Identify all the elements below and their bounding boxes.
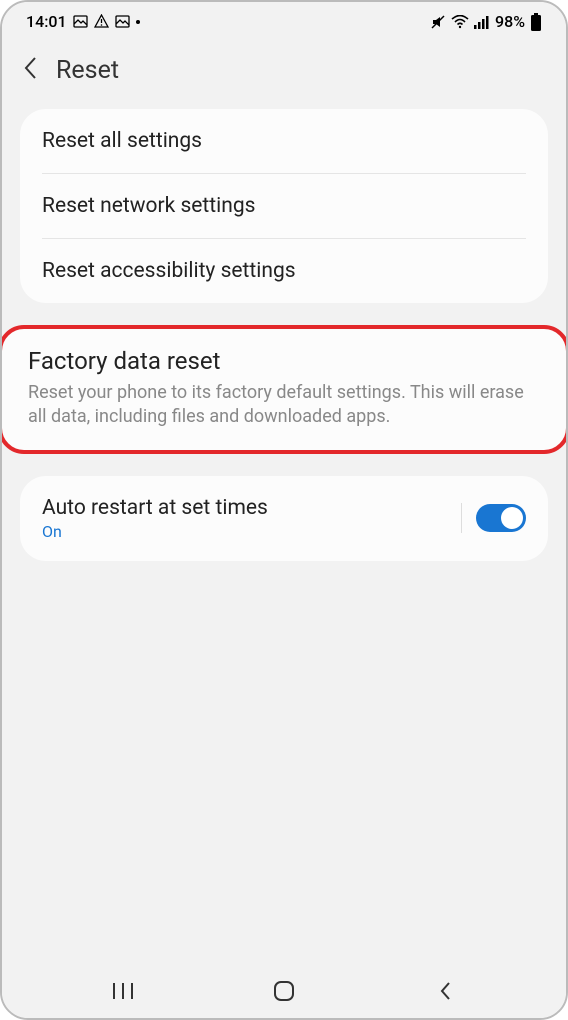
status-bar: 14:01 98% [2, 2, 566, 37]
status-time: 14:01 [26, 12, 67, 31]
more-dot-icon [136, 20, 140, 24]
battery-percent: 98% [495, 12, 525, 31]
auto-restart-status: On [42, 522, 268, 541]
auto-restart-toggle[interactable] [476, 504, 526, 532]
divider [461, 503, 462, 533]
image-icon-2 [115, 14, 130, 29]
reset-accessibility-settings-item[interactable]: Reset accessibility settings [20, 239, 548, 303]
reset-all-settings-item[interactable]: Reset all settings [20, 109, 548, 173]
battery-icon [530, 13, 542, 31]
auto-restart-card: Auto restart at set times On [20, 476, 548, 561]
image-icon [73, 14, 88, 29]
reset-options-card: Reset all settings Reset network setting… [20, 109, 548, 303]
warning-icon [94, 14, 109, 29]
factory-data-reset-item[interactable]: Factory data reset Reset your phone to i… [2, 325, 566, 454]
wifi-icon [451, 15, 469, 29]
signal-icon [474, 15, 490, 29]
page-title: Reset [56, 56, 119, 85]
navigation-bar [2, 966, 566, 1018]
factory-reset-description: Reset your phone to its factory default … [28, 381, 526, 430]
auto-restart-item[interactable]: Auto restart at set times On [42, 496, 268, 541]
back-nav-button[interactable] [415, 980, 475, 1002]
auto-restart-title: Auto restart at set times [42, 496, 268, 520]
recents-button[interactable] [93, 982, 153, 1000]
back-button[interactable] [22, 55, 38, 85]
mute-icon [430, 14, 446, 30]
home-button[interactable] [254, 980, 314, 1002]
factory-reset-title: Factory data reset [28, 347, 526, 375]
reset-network-settings-item[interactable]: Reset network settings [20, 174, 548, 238]
page-header: Reset [2, 37, 566, 109]
